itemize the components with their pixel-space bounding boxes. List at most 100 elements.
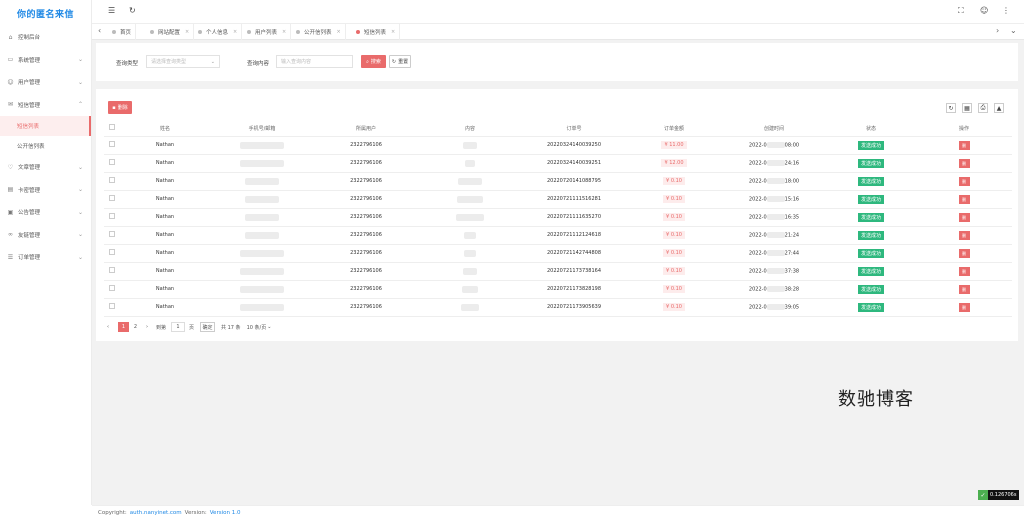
row-checkbox[interactable]	[109, 159, 115, 165]
row-delete-button[interactable]: 删	[958, 140, 970, 150]
tab-item[interactable]: 首页	[108, 24, 137, 40]
refresh-table-icon[interactable]: ↻	[946, 103, 956, 113]
fullscreen-icon[interactable]: ⛶	[958, 6, 964, 16]
row-delete-button[interactable]: 删	[958, 158, 970, 168]
row-select-cell[interactable]	[104, 244, 120, 263]
page-2[interactable]: 2	[131, 322, 140, 332]
sidebar-item[interactable]: ∞ 友链管理 ⌄	[0, 224, 91, 247]
tab-item[interactable]: 公开信列表 ×	[292, 24, 346, 40]
next-page-icon[interactable]: ›	[146, 322, 148, 332]
refresh-icon[interactable]: ↻	[129, 6, 136, 15]
row-delete-button[interactable]: 删	[958, 212, 970, 222]
row-select-cell[interactable]	[104, 154, 120, 173]
sidebar-item[interactable]: ⌂ 控制后台	[0, 26, 91, 49]
columns-icon[interactable]: ▦	[962, 103, 972, 113]
user-icon[interactable]: ☺	[980, 6, 988, 15]
select-all-cell[interactable]	[104, 121, 120, 137]
close-icon[interactable]: ×	[233, 29, 237, 35]
page-1[interactable]: 1	[118, 322, 129, 332]
user-icon: ☺	[7, 78, 14, 86]
row-checkbox[interactable]	[109, 141, 115, 147]
row-select-cell[interactable]	[104, 208, 120, 227]
row-select-cell[interactable]	[104, 280, 120, 299]
row-delete-button[interactable]: 删	[958, 194, 970, 204]
row-delete-button[interactable]: 删	[958, 266, 970, 276]
search-type-select[interactable]: 请选择查询类型 ⌄	[146, 55, 220, 68]
row-select-cell[interactable]	[104, 172, 120, 191]
footer-version-link[interactable]: Version 1.0	[210, 510, 241, 516]
row-checkbox[interactable]	[109, 303, 115, 309]
row-delete-button[interactable]: 删	[958, 176, 970, 186]
prev-page-icon[interactable]: ‹	[107, 322, 109, 332]
row-checkbox[interactable]	[109, 231, 115, 237]
sidebar-item[interactable]: ▭ 系统管理 ⌄	[0, 49, 91, 72]
row-checkbox[interactable]	[109, 249, 115, 255]
row-select-cell[interactable]	[104, 190, 120, 209]
sidebar-item[interactable]: ▣ 公告管理 ⌄	[0, 201, 91, 224]
row-checkbox[interactable]	[109, 285, 115, 291]
action-cell: 删	[916, 136, 1012, 155]
close-icon[interactable]: ×	[337, 29, 341, 35]
delete-button-label: 删除	[117, 105, 128, 111]
export-icon[interactable]: ⎙	[978, 103, 988, 113]
row-delete-button[interactable]: 删	[958, 230, 970, 240]
footer-site-link[interactable]: auth.nanyinet.com	[130, 510, 182, 516]
sidebar-item[interactable]: ♡ 文章管理 ⌄	[0, 156, 91, 179]
tab-item[interactable]: 用户列表 ×	[243, 24, 292, 40]
row-delete-button[interactable]: 删	[958, 284, 970, 294]
delete-button[interactable]: ▪ 删除	[108, 101, 132, 114]
row-checkbox[interactable]	[109, 177, 115, 183]
chevron-down-icon: ⌄	[77, 208, 83, 216]
sidebar-item[interactable]: ✉ 短信管理 ⌃	[0, 94, 91, 117]
footer: Copyright: auth.nanyinet.com Version: Ve…	[92, 505, 1024, 520]
row-checkbox[interactable]	[109, 213, 115, 219]
sidebar-item[interactable]: ☺ 用户管理 ⌄	[0, 71, 91, 94]
sidebar-subitem[interactable]: 公开信列表	[0, 136, 91, 156]
goto-confirm-button[interactable]: 确定	[200, 322, 215, 332]
amount-badge: ¥ 12.00	[661, 159, 687, 167]
tab-bar: ‹ 首页 网站配置 × 个人信息 × 用户列表 × 公开信列表 × 短信列表 × › ⌄	[92, 24, 1024, 40]
leaf-icon: ✓	[978, 490, 988, 500]
redacted-contact	[240, 141, 284, 149]
row-select-cell[interactable]	[104, 226, 120, 245]
tab-menu-chevron-icon[interactable]: ⌄	[1010, 26, 1017, 35]
close-icon[interactable]: ×	[391, 29, 395, 35]
row-select-cell[interactable]	[104, 262, 120, 281]
print-icon[interactable]: ▲	[994, 103, 1004, 113]
row-checkbox[interactable]	[109, 267, 115, 273]
redacted-contact	[240, 285, 284, 293]
sidebar-item[interactable]: ☰ 订单管理 ⌄	[0, 246, 91, 269]
row-checkbox[interactable]	[109, 195, 115, 201]
tab-item[interactable]: 网站配置 ×	[146, 24, 195, 40]
more-icon[interactable]: ⋮	[1002, 6, 1010, 15]
chevron-down-icon: ⌄	[267, 324, 272, 330]
reset-button[interactable]: ↻ 重置	[389, 55, 411, 68]
redacted-contact	[240, 303, 284, 311]
tab-item[interactable]: 短信列表 ×	[352, 24, 401, 40]
sidebar-item[interactable]: ▤ 卡密管理 ⌄	[0, 179, 91, 202]
search-content-label: 查询内容	[247, 61, 270, 67]
row-select-cell[interactable]	[104, 136, 120, 155]
search-button[interactable]: ⌕ 搜索	[361, 55, 386, 68]
page-size-select[interactable]: 10 条/页 ⌄	[245, 322, 273, 332]
action-cell: 删	[916, 190, 1012, 209]
search-content-input[interactable]: 输入查询内容	[276, 55, 353, 68]
row-delete-button[interactable]: 删	[958, 248, 970, 258]
menu-toggle-icon[interactable]: ☰	[108, 6, 115, 15]
status-cell: 发送成功	[826, 136, 916, 155]
tab-scroll-left-icon[interactable]: ‹	[98, 26, 101, 35]
goto-input[interactable]: 1	[171, 322, 185, 332]
tab-scroll-right-icon[interactable]: ›	[996, 26, 999, 35]
select-all-checkbox[interactable]	[109, 124, 115, 131]
row-select-cell[interactable]	[104, 298, 120, 317]
app-title[interactable]: 你的匿名来信	[0, 0, 91, 26]
tab-item[interactable]: 个人信息 ×	[194, 24, 243, 40]
user-cell: 2322796106	[314, 280, 418, 299]
contact-cell	[210, 298, 314, 317]
tab-label: 首页	[120, 30, 132, 36]
sidebar-subitem[interactable]: 短信列表	[0, 116, 91, 136]
close-icon[interactable]: ×	[185, 29, 189, 35]
contact-cell	[210, 280, 314, 299]
row-delete-button[interactable]: 删	[958, 302, 970, 312]
close-icon[interactable]: ×	[282, 29, 286, 35]
